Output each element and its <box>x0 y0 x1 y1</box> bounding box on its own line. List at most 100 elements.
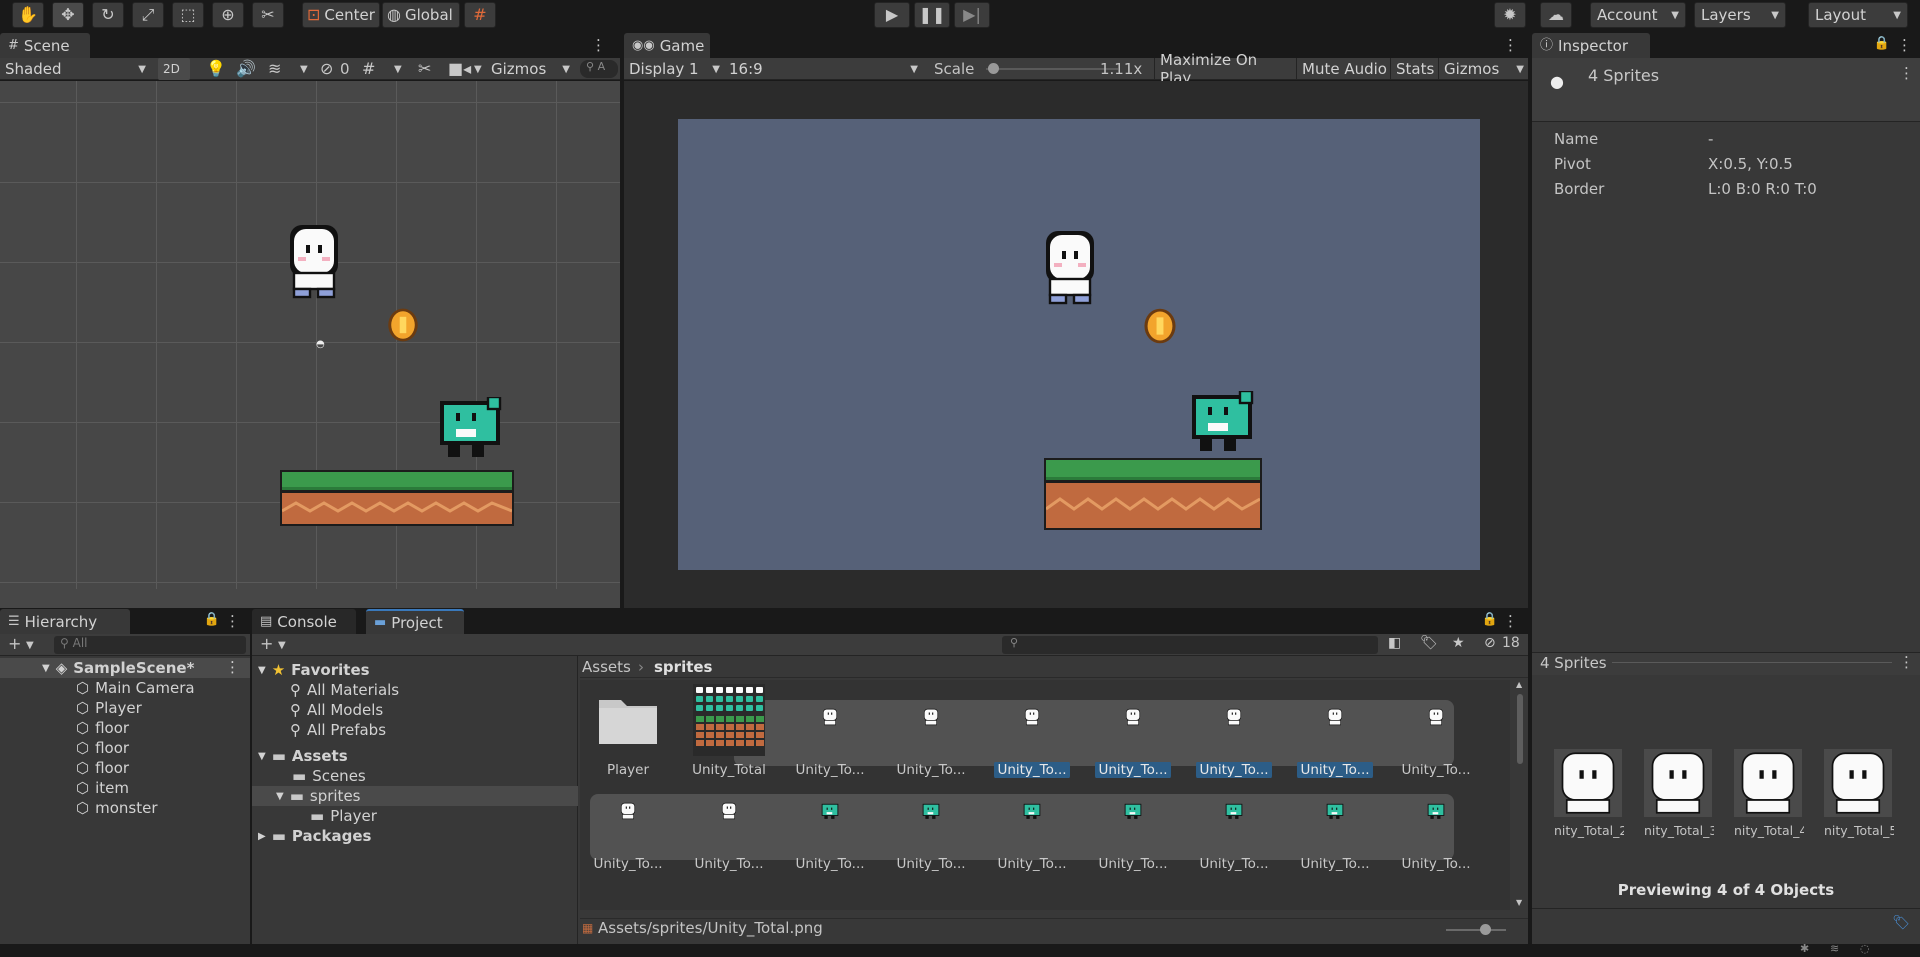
asset-item[interactable]: Unity_Total <box>681 684 777 780</box>
hand-tool-button[interactable]: ✋ <box>12 2 44 28</box>
stats-toggle[interactable]: Stats <box>1390 58 1440 80</box>
services-button[interactable]: ✹ <box>1494 2 1526 28</box>
progress-icon[interactable]: ◌ <box>1860 942 1870 955</box>
lock-icon[interactable]: 🔒 <box>1482 612 1498 627</box>
shading-mode-dropdown[interactable]: Shaded ▼ <box>0 58 150 80</box>
asset-item[interactable]: Unity_To... <box>883 778 979 874</box>
search-by-type-icon[interactable]: ◧ <box>1388 636 1401 650</box>
add-icon[interactable]: + <box>260 634 273 653</box>
network-icon[interactable]: ≋ <box>1830 942 1839 955</box>
folder-item[interactable]: ▬ Player <box>252 806 578 826</box>
pause-button[interactable]: ❚❚ <box>914 2 950 28</box>
hierarchy-item[interactable]: ⬡ Main Camera <box>0 678 250 698</box>
breadcrumb-assets[interactable]: Assets <box>582 658 631 676</box>
favorite-item[interactable]: ⚲ All Prefabs <box>252 720 578 740</box>
pivot-handle[interactable]: ◓ <box>316 339 325 350</box>
player-sprite[interactable] <box>282 225 346 305</box>
hierarchy-item[interactable]: ⬡ monster <box>0 798 250 818</box>
asset-item[interactable]: Unity_To... <box>1085 778 1181 874</box>
more-options-icon[interactable]: ⋮ <box>1503 612 1518 630</box>
icon-size-slider[interactable] <box>1446 924 1506 935</box>
scene-viewport[interactable]: ◓ <box>0 81 620 608</box>
pivot-rotation-toggle[interactable]: ◍ Global <box>382 2 460 28</box>
mute-audio-toggle[interactable]: Mute Audio <box>1296 58 1392 80</box>
more-options-icon[interactable]: ⋮ <box>1503 36 1518 54</box>
asset-item[interactable]: Unity_To... <box>1388 778 1484 874</box>
folder-item[interactable]: ▬ Scenes <box>252 766 578 786</box>
game-gizmos-dropdown[interactable]: Gizmos ▼ <box>1438 58 1528 80</box>
play-button[interactable]: ▶ <box>874 2 910 28</box>
favorite-star-icon[interactable]: ★ <box>1452 636 1465 650</box>
asset-item[interactable]: Unity_To... <box>883 684 979 780</box>
asset-item[interactable]: Unity_To... <box>1287 778 1383 874</box>
asset-item[interactable]: Unity_To... <box>984 778 1080 874</box>
lighting-icon[interactable]: 💡 <box>206 61 226 77</box>
asset-item[interactable]: Unity_To... <box>1085 684 1181 780</box>
aspect-dropdown[interactable]: 16:9 ▼ <box>724 58 922 80</box>
bug-icon[interactable]: ✱ <box>1800 942 1809 955</box>
maximize-on-play-toggle[interactable]: Maximize On Play <box>1154 51 1288 87</box>
rect-tool-button[interactable]: ⬚ <box>172 2 204 28</box>
rotate-tool-button[interactable]: ↻ <box>92 2 124 28</box>
asset-item[interactable]: Unity_To... <box>782 778 878 874</box>
hierarchy-item[interactable]: ⬡ item <box>0 778 250 798</box>
scrollbar-thumb[interactable] <box>1517 694 1523 764</box>
step-button[interactable]: ▶| <box>954 2 990 28</box>
hidden-packages-icon[interactable]: ⊘ <box>1484 636 1496 650</box>
tab-scene[interactable]: # Scene <box>0 33 90 58</box>
display-dropdown[interactable]: Display 1 ▼ <box>624 58 722 80</box>
more-options-icon[interactable]: ⋮ <box>1897 36 1912 54</box>
scale-tool-button[interactable]: ⤢ <box>132 2 164 28</box>
layout-dropdown[interactable]: Layout ▼ <box>1808 2 1908 28</box>
effects-icon[interactable]: ≋ <box>268 61 281 77</box>
chevron-down-icon[interactable]: ▼ <box>278 640 286 651</box>
game-canvas[interactable] <box>678 119 1480 570</box>
add-icon[interactable]: + <box>8 634 21 653</box>
folder-item-selected[interactable]: ▼ ▬ sprites <box>252 786 578 806</box>
hierarchy-item[interactable]: ⬡ floor <box>0 718 250 738</box>
hierarchy-item[interactable]: ⬡ floor <box>0 738 250 758</box>
game-viewport[interactable] <box>624 81 1528 608</box>
label-tag-icon[interactable]: 🏷 <box>1892 915 1910 931</box>
favorite-item[interactable]: ⚲ All Models <box>252 700 578 720</box>
chevron-down-icon[interactable]: ▼ <box>26 640 34 651</box>
preview-thumb[interactable] <box>1644 749 1712 817</box>
hierarchy-search-input[interactable]: ⚲ All <box>54 636 246 654</box>
audio-icon[interactable]: 🔊 <box>236 61 256 77</box>
scale-slider[interactable] <box>986 63 1118 74</box>
asset-item[interactable]: Unity_To... <box>580 778 676 874</box>
floor-platform[interactable] <box>280 470 514 526</box>
scale-slider-thumb[interactable] <box>988 63 999 74</box>
camera-icon[interactable]: ■◂ <box>448 61 471 77</box>
cloud-button[interactable]: ☁ <box>1540 2 1572 28</box>
tab-console[interactable]: ▤ Console <box>252 609 356 634</box>
asset-item[interactable]: Unity_To... <box>1186 684 1282 780</box>
custom-tool-button[interactable]: ✂ <box>252 2 284 28</box>
asset-item[interactable]: Unity_To... <box>984 684 1080 780</box>
chevron-down-icon[interactable]: ▼ <box>474 64 482 75</box>
preview-thumb[interactable] <box>1554 749 1622 817</box>
chevron-down-icon[interactable]: ▼ <box>300 64 308 75</box>
preview-thumb[interactable] <box>1824 749 1892 817</box>
tools-icon[interactable]: ✂ <box>418 61 431 77</box>
tab-hierarchy[interactable]: ☰ Hierarchy <box>0 609 130 634</box>
toggle-2d-button[interactable]: 2D <box>158 58 190 80</box>
asset-item[interactable]: Unity_To... <box>681 778 777 874</box>
pivot-mode-toggle[interactable]: ⊡ Center <box>302 2 380 28</box>
move-tool-button[interactable]: ✥ <box>52 2 84 28</box>
monster-sprite[interactable] <box>436 397 504 461</box>
account-dropdown[interactable]: Account ▼ <box>1590 2 1686 28</box>
scene-gizmos-dropdown[interactable]: Gizmos ▼ <box>486 58 572 80</box>
packages-row[interactable]: ▶ ▬ Packages <box>252 826 578 846</box>
more-options-icon[interactable]: ⋮ <box>1899 653 1914 671</box>
asset-item[interactable]: Unity_To... <box>1186 778 1282 874</box>
more-options-icon[interactable]: ⋮ <box>1899 64 1914 82</box>
more-options-icon[interactable]: ⋮ <box>225 612 240 630</box>
preview-thumb[interactable] <box>1734 749 1802 817</box>
hierarchy-item[interactable]: ⬡ Player <box>0 698 250 718</box>
scroll-up-icon[interactable]: ▲ <box>1516 680 1522 689</box>
tab-game[interactable]: ◉◉ Game <box>624 33 710 58</box>
asset-item[interactable]: Player <box>580 684 676 780</box>
preview-divider[interactable] <box>1612 662 1892 663</box>
coin-sprite[interactable] <box>386 307 420 343</box>
